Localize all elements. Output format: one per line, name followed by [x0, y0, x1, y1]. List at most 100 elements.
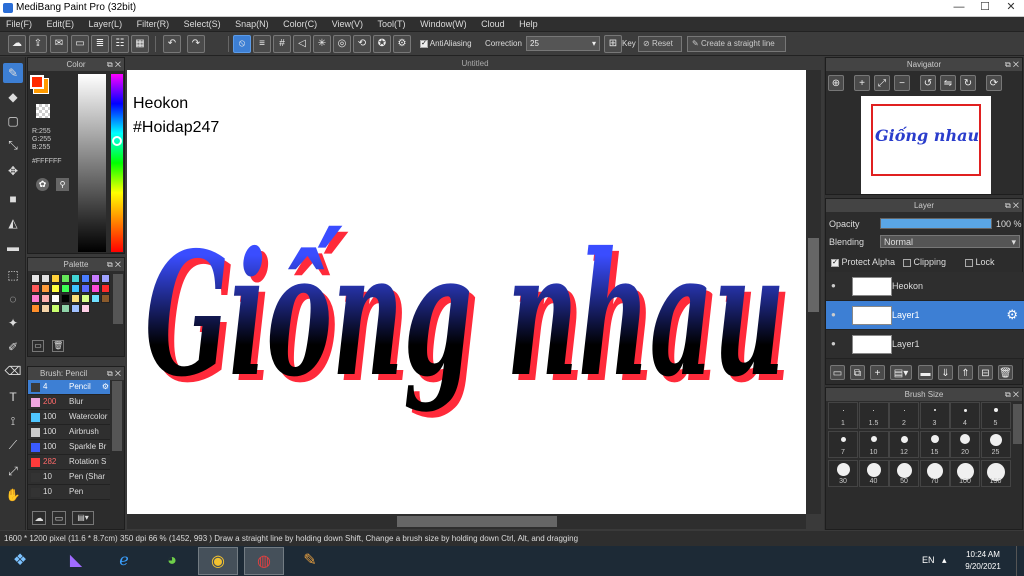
brush-item[interactable]: 282 Rotation S — [28, 455, 110, 470]
close-icon[interactable]: ⧉ ✕ — [1005, 199, 1019, 212]
tray-chevron-icon[interactable]: ▴ — [942, 555, 947, 566]
primary-color-swatch[interactable] — [30, 75, 44, 89]
settings-icon[interactable]: ⚙ — [393, 35, 411, 53]
brush-scrollbar[interactable] — [112, 381, 122, 451]
menu-tool[interactable]: Tool(T) — [372, 17, 412, 32]
add-layer-icon[interactable]: + — [870, 365, 885, 380]
close-icon[interactable]: ⧉ ✕ — [1005, 58, 1019, 71]
gradient-tool-icon[interactable]: ▬ — [3, 237, 23, 257]
brush-size-cell[interactable]: 7 — [828, 431, 858, 458]
opacity-slider[interactable] — [880, 218, 992, 229]
vertical-scrollbar[interactable] — [806, 70, 821, 514]
clock[interactable]: 10:24 AM 9/20/2021 — [962, 549, 1004, 573]
brush-menu-icon[interactable]: ▤▾ — [72, 511, 94, 525]
gear-icon[interactable]: ⚙ — [102, 380, 109, 394]
palette-swatch[interactable] — [101, 284, 110, 293]
palette-wheel-icon[interactable]: ✿ — [36, 178, 49, 191]
brush-size-cell[interactable]: 50 — [889, 460, 919, 487]
cloud-brush-icon[interactable]: ☁ — [32, 511, 46, 525]
brush-item[interactable]: 10 Pen (Shar — [28, 470, 110, 485]
brush-size-cell[interactable]: 3 — [919, 402, 950, 429]
menu-file[interactable]: File(F) — [0, 17, 38, 32]
eraser-tool-icon[interactable]: ◆ — [3, 87, 23, 107]
rotate-snap-icon[interactable]: ✪ — [373, 35, 391, 53]
close-icon[interactable]: ⧉ ✕ — [107, 258, 121, 271]
correction-select[interactable]: 25 ▾ — [526, 36, 600, 51]
delete-layer-icon[interactable]: 🗑 — [998, 365, 1013, 380]
rotate-right-icon[interactable]: ↻ — [960, 75, 976, 91]
brush-item[interactable]: 100 Sparkle Br — [28, 440, 110, 455]
start-button-icon[interactable]: ❖ — [2, 547, 38, 575]
layer-row[interactable]: ● Layer1 — [826, 330, 1024, 359]
close-icon[interactable]: ⧉ ✕ — [107, 367, 121, 380]
move-tool-icon[interactable]: ✥ — [3, 161, 23, 181]
palette-swatch[interactable] — [51, 284, 60, 293]
close-icon[interactable]: ⧉ ✕ — [107, 58, 121, 71]
eyedropper-icon[interactable]: ⟋ — [3, 435, 23, 455]
lock-toggle[interactable]: Lock — [965, 257, 995, 267]
operation-tool-icon[interactable]: ⟟ — [3, 411, 23, 431]
antialiasing-checkbox[interactable]: ✓ — [420, 39, 428, 48]
text-tool-icon[interactable]: T — [3, 387, 23, 407]
lock-checkbox[interactable] — [965, 258, 973, 267]
brush-size-cell[interactable]: 12 — [889, 431, 919, 458]
menu-color[interactable]: Color(C) — [277, 17, 323, 32]
menu-edit[interactable]: Edit(E) — [41, 17, 81, 32]
snap-off-icon[interactable]: ⦸ — [233, 35, 251, 53]
menu-cloud[interactable]: Cloud — [475, 17, 511, 32]
close-icon[interactable]: ⧉ ✕ — [1005, 388, 1019, 401]
folder-icon[interactable]: ▬ — [918, 365, 933, 380]
palette-swatch[interactable] — [51, 294, 60, 303]
new-layer-icon[interactable]: ▭ — [830, 365, 845, 380]
menu-layer[interactable]: Layer(L) — [83, 17, 129, 32]
canvas-tab[interactable]: Untitled — [127, 57, 823, 70]
blending-select[interactable]: Normal ▾ — [880, 235, 1020, 248]
protect-alpha-toggle[interactable]: ✓ Protect Alpha — [831, 257, 895, 267]
palette-swatch[interactable] — [51, 274, 60, 283]
eye-icon[interactable]: ● — [831, 281, 836, 290]
palette-swatch[interactable] — [41, 294, 50, 303]
circle-snap-icon[interactable]: ◎ — [333, 35, 351, 53]
copy-layer-icon[interactable]: ⧉ — [850, 365, 865, 380]
magic-wand-icon[interactable]: ✦ — [3, 313, 23, 333]
layer-properties-icon[interactable]: ⊟ — [978, 365, 993, 380]
cloud-icon[interactable]: ☁ — [8, 35, 26, 53]
divide-tool-icon[interactable]: ⤢ — [3, 461, 23, 481]
brush-size-cell[interactable]: 10 — [858, 431, 889, 458]
palette-swatch[interactable] — [71, 304, 80, 313]
brush-size-scrollbar[interactable] — [1013, 404, 1022, 444]
menu-view[interactable]: View(V) — [326, 17, 369, 32]
brush-size-cell[interactable]: 70 — [919, 460, 950, 487]
menu-help[interactable]: Help — [513, 17, 544, 32]
protect-alpha-checkbox[interactable]: ✓ — [831, 258, 839, 267]
straight-line-button[interactable]: ✎ Create a straight line — [687, 36, 786, 52]
transparent-swatch[interactable] — [36, 104, 50, 118]
crisscross-snap-icon[interactable]: # — [273, 35, 291, 53]
vanishing-point-icon[interactable]: ◁ — [293, 35, 311, 53]
menu-select[interactable]: Select(S) — [178, 17, 227, 32]
zoom-fit-icon[interactable]: ⊕ — [828, 75, 844, 91]
list-icon[interactable]: ☷ — [111, 35, 129, 53]
brush-size-cell[interactable]: 15 — [919, 431, 950, 458]
brightness-gradient[interactable] — [78, 74, 106, 252]
show-desktop-button[interactable] — [1016, 546, 1024, 576]
layer-row[interactable]: ● Layer1 ⚙ — [826, 301, 1024, 330]
eye-icon[interactable]: ● — [831, 310, 836, 319]
trash-icon[interactable]: 🗑 — [52, 340, 64, 352]
select-rect-icon[interactable]: ⬚ — [3, 265, 23, 285]
palette-swatch[interactable] — [61, 284, 70, 293]
palette-swatch[interactable] — [61, 274, 70, 283]
brush-item[interactable]: 200 Blur — [28, 395, 110, 410]
zoom-out-icon[interactable]: − — [894, 75, 910, 91]
vertical-scroll-thumb[interactable] — [808, 238, 819, 312]
parallel-snap-icon[interactable]: ≡ — [253, 35, 271, 53]
hue-slider[interactable] — [111, 74, 123, 252]
palette-swatch[interactable] — [91, 274, 100, 283]
menu-snap[interactable]: Snap(N) — [229, 17, 275, 32]
palette-swatch[interactable] — [31, 274, 40, 283]
palette-swatch[interactable] — [71, 274, 80, 283]
menu-window[interactable]: Window(W) — [414, 17, 473, 32]
brush-size-cell[interactable]: 2 — [889, 402, 919, 429]
undo-icon[interactable]: ↶ — [163, 35, 181, 53]
antialiasing-toggle[interactable]: ✓ AntiAliasing — [420, 39, 472, 48]
